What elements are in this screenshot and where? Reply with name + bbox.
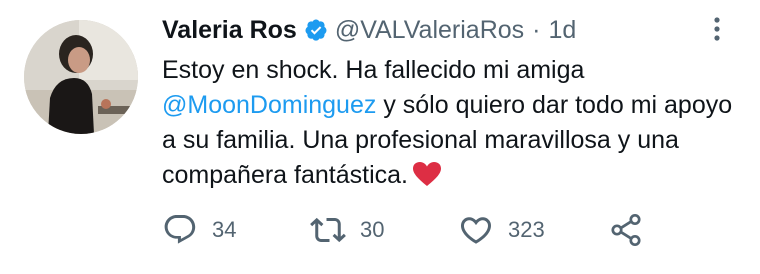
more-options-icon[interactable] [705,14,729,44]
like-button[interactable]: 323 [458,210,545,250]
reply-icon [164,215,196,244]
verified-badge-icon [304,18,328,42]
share-button[interactable] [608,210,644,250]
retweet-button[interactable]: 30 [310,210,384,250]
like-count: 323 [508,217,545,242]
author-name[interactable]: Valeria Ros [162,16,297,45]
avatar-photo [24,20,138,134]
reply-button[interactable]: 34 [162,210,236,250]
avatar[interactable] [24,20,138,134]
tweet-header: Valeria Ros @VALValeriaRos · 1d [162,12,576,48]
red-heart-emoji-icon [412,161,442,187]
mention-link[interactable]: @MoonDominguez [162,91,376,119]
like-icon [460,217,492,244]
retweet-icon [310,217,346,243]
share-icon [611,213,641,247]
tweet-text-part: Estoy en shock. Ha fallecido mi amiga [162,56,585,84]
author-handle[interactable]: @VALValeriaRos [335,16,524,45]
tweet[interactable]: Valeria Ros @VALValeriaRos · 1d Estoy en… [0,0,760,274]
tweet-text: Estoy en shock. Ha fallecido mi amiga @M… [162,53,742,193]
tweet-timestamp[interactable]: 1d [548,16,576,45]
retweet-count: 30 [360,217,385,242]
reply-count: 34 [212,217,237,242]
separator-dot: · [532,15,541,44]
action-bar: 34 30 323 [162,210,722,250]
